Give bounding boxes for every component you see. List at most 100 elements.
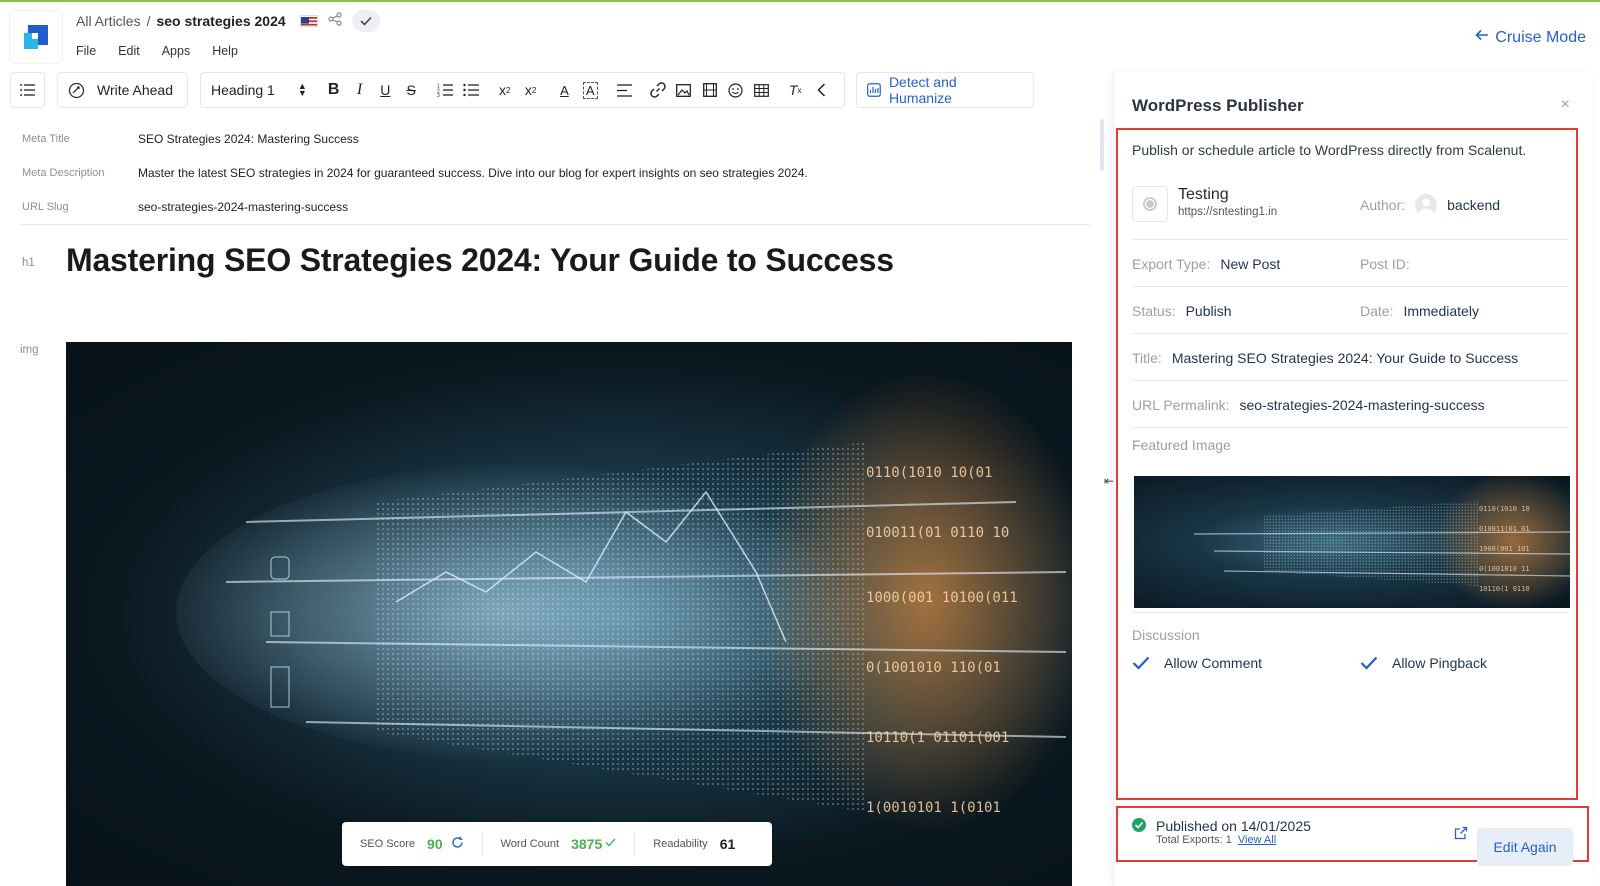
arrow-left-icon xyxy=(1475,28,1489,47)
share-icon[interactable] xyxy=(328,11,342,31)
checkmark-icon xyxy=(1132,656,1150,670)
date-label: Date: xyxy=(1360,303,1394,319)
menu-file[interactable]: File xyxy=(76,44,96,58)
close-icon[interactable]: × xyxy=(1561,96,1570,114)
breadcrumb-root[interactable]: All Articles xyxy=(76,13,141,29)
url-slug-field[interactable]: seo-strategies-2024-mastering-success xyxy=(138,200,348,214)
strikethrough-icon[interactable]: S xyxy=(398,78,424,102)
underline-icon[interactable]: U xyxy=(372,78,398,102)
svg-text:010011(01 01: 010011(01 01 xyxy=(1479,525,1530,533)
date-value: Immediately xyxy=(1403,303,1479,319)
score-bar: SEO Score 90 Word Count 3875 Readability… xyxy=(342,822,772,866)
heading-select[interactable]: Heading 1 ▲ ▼ xyxy=(211,81,307,99)
title-row: Title: Mastering SEO Strategies 2024: Yo… xyxy=(1132,334,1568,381)
highlight-color-icon[interactable]: A xyxy=(577,78,603,102)
write-ahead-icon xyxy=(68,82,85,98)
menu-apps[interactable]: Apps xyxy=(162,44,191,58)
discussion-label: Discussion xyxy=(1132,627,1200,643)
updown-icon: ▲ ▼ xyxy=(297,81,307,98)
image-icon[interactable] xyxy=(671,78,697,102)
panel-title: WordPress Publisher xyxy=(1132,96,1304,115)
text-color-icon[interactable]: A xyxy=(551,78,577,102)
subscript-icon[interactable]: x2 xyxy=(492,78,518,102)
breadcrumb-separator: / xyxy=(146,13,151,29)
emoji-icon[interactable] xyxy=(723,78,749,102)
table-icon[interactable] xyxy=(748,78,774,102)
panel-intro: Publish or schedule article to WordPress… xyxy=(1132,142,1527,158)
cruise-mode-link[interactable]: Cruise Mode xyxy=(1475,28,1586,47)
video-icon[interactable] xyxy=(697,78,723,102)
meta-divider xyxy=(20,224,1090,225)
allow-comment-label: Allow Comment xyxy=(1164,655,1263,671)
svg-text:10110(1 01101(001: 10110(1 01101(001 xyxy=(866,730,1009,746)
superscript-icon[interactable]: x2 xyxy=(518,78,544,102)
wordpress-publisher-panel: WordPress Publisher × Publish or schedul… xyxy=(1113,72,1592,886)
formatting-toolbar: Heading 1 ▲ ▼ B I U S 123 x2 x2 A A Tx xyxy=(200,72,845,108)
us-flag-icon[interactable] xyxy=(300,15,318,27)
word-count-check-icon xyxy=(605,838,616,850)
align-icon[interactable] xyxy=(611,78,637,102)
menu-help[interactable]: Help xyxy=(212,44,238,58)
editor-area: Meta Title SEO Strategies 2024: Masterin… xyxy=(10,118,1090,886)
export-type-value: New Post xyxy=(1220,256,1281,272)
external-link-icon[interactable] xyxy=(1454,826,1468,845)
published-date: Published on 14/01/2025 xyxy=(1156,818,1311,834)
score-separator xyxy=(634,832,636,856)
author-label: Author: xyxy=(1360,197,1406,213)
svg-text:0110(1010 10(01: 0110(1010 10(01 xyxy=(866,465,992,481)
detect-icon xyxy=(867,83,881,97)
allow-comment-checkbox[interactable]: Allow Comment xyxy=(1132,655,1262,671)
permalink-label: URL Permalink: xyxy=(1132,397,1230,413)
menu-bar: File Edit Apps Help xyxy=(76,44,238,58)
featured-image[interactable]: 0110(1010 10 010011(01 01 1000(001 101 0(10… xyxy=(1134,476,1570,608)
allow-pingback-label: Allow Pingback xyxy=(1392,655,1487,671)
view-all-link[interactable]: View All xyxy=(1238,834,1276,846)
cruise-mode-label: Cruise Mode xyxy=(1495,28,1586,46)
chevron-left-icon[interactable] xyxy=(808,78,834,102)
featured-divider xyxy=(1132,612,1568,613)
readability-value: 61 xyxy=(719,836,736,852)
meta-description-label: Meta Description xyxy=(22,167,105,179)
outline-toggle-button[interactable] xyxy=(10,72,45,108)
svg-text:0(1001010 11: 0(1001010 11 xyxy=(1479,565,1530,573)
italic-icon[interactable]: I xyxy=(347,78,373,102)
clear-format-icon[interactable]: Tx xyxy=(782,78,808,102)
svg-text:0(1001010 110(01: 0(1001010 110(01 xyxy=(866,660,1001,676)
app-logo[interactable] xyxy=(10,11,62,63)
bold-icon[interactable]: B xyxy=(321,78,347,102)
total-exports-label: Total Exports: 1 xyxy=(1156,834,1232,846)
site-url: https://sntesting1.in xyxy=(1178,206,1278,218)
refresh-icon[interactable] xyxy=(451,836,464,852)
featured-image-label: Featured Image xyxy=(1132,437,1231,453)
menu-edit[interactable]: Edit xyxy=(118,44,140,58)
allow-pingback-checkbox[interactable]: Allow Pingback xyxy=(1360,655,1487,671)
site-name: Testing xyxy=(1178,186,1229,203)
status-label: Status: xyxy=(1132,303,1176,319)
detect-humanize-button[interactable]: Detect and Humanize xyxy=(856,72,1034,108)
top-accent-line xyxy=(0,0,1600,2)
edit-again-button[interactable]: Edit Again xyxy=(1477,828,1573,866)
title-value: Mastering SEO Strategies 2024: Your Guid… xyxy=(1171,350,1519,366)
header-icons xyxy=(300,10,380,32)
editor-scrollbar[interactable] xyxy=(1100,119,1104,171)
heading-select-value: Heading 1 xyxy=(211,82,275,98)
seo-score-value: 90 xyxy=(427,836,443,852)
img-block-tag: img xyxy=(20,344,39,356)
write-ahead-button[interactable]: Write Ahead xyxy=(57,72,188,108)
link-icon[interactable] xyxy=(645,78,671,102)
score-separator xyxy=(481,832,483,856)
h1-block-tag: h1 xyxy=(22,257,35,269)
svg-text:1000(001 101: 1000(001 101 xyxy=(1479,545,1530,553)
word-count-label: Word Count xyxy=(500,838,560,850)
meta-description-field[interactable]: Master the latest SEO strategies in 2024… xyxy=(138,166,808,180)
bullet-list-icon[interactable] xyxy=(458,78,484,102)
status-date-row: Status: Publish Date: Immediately xyxy=(1132,287,1568,334)
meta-title-field[interactable]: SEO Strategies 2024: Mastering Success xyxy=(138,132,359,146)
svg-text:0110(1010 10: 0110(1010 10 xyxy=(1479,505,1530,513)
article-heading[interactable]: Mastering SEO Strategies 2024: Your Guid… xyxy=(66,242,894,279)
site-author-row: Testing https://sntesting1.in Author: ba… xyxy=(1132,180,1568,240)
ordered-list-icon[interactable]: 123 xyxy=(432,78,458,102)
svg-text:3: 3 xyxy=(437,93,440,97)
article-hero-image[interactable]: 0110(1010 10(01 010011(01 0110 10 1000(0… xyxy=(66,342,1072,886)
post-id-label: Post ID: xyxy=(1360,256,1410,272)
